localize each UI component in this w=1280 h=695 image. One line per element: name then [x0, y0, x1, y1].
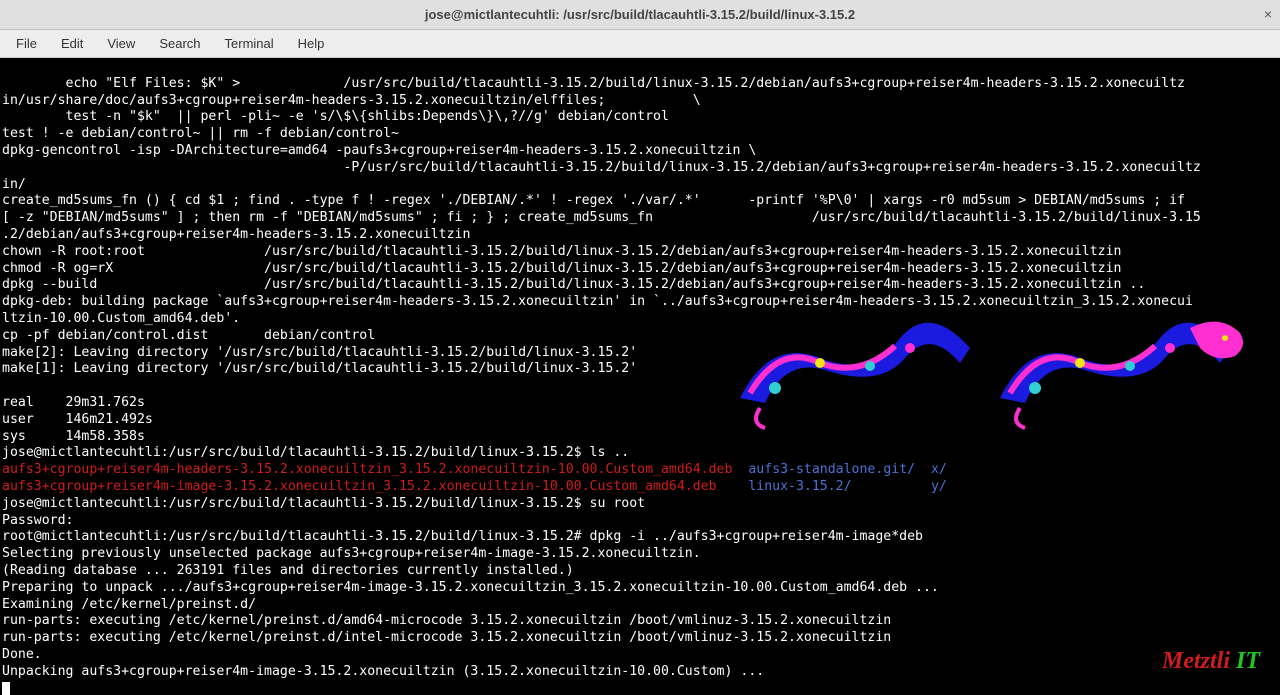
- terminal-line: Examining /etc/kernel/preinst.d/: [2, 597, 256, 612]
- close-icon[interactable]: ×: [1264, 6, 1272, 22]
- window-title: jose@mictlantecuhtli: /usr/src/build/tla…: [425, 7, 855, 22]
- terminal-line: ltzin-10.00.Custom_amd64.deb'.: [2, 311, 240, 326]
- menu-help[interactable]: Help: [288, 32, 335, 55]
- terminal-line: run-parts: executing /etc/kernel/preinst…: [2, 613, 891, 628]
- terminal-line: chown -R root:root /usr/src/build/tlacau…: [2, 244, 1121, 259]
- menu-file[interactable]: File: [6, 32, 47, 55]
- terminal-line: (Reading database ... 263191 files and d…: [2, 563, 574, 578]
- menu-edit[interactable]: Edit: [51, 32, 93, 55]
- menu-terminal[interactable]: Terminal: [215, 32, 284, 55]
- terminal-line: dpkg-deb: building package `aufs3+cgroup…: [2, 294, 1193, 309]
- terminal-line: run-parts: executing /etc/kernel/preinst…: [2, 630, 891, 645]
- terminal-line: jose@mictlantecuhtli:/usr/src/build/tlac…: [2, 445, 629, 460]
- terminal-line: dpkg-gencontrol -isp -DArchitecture=amd6…: [2, 143, 756, 158]
- watermark-logo: Metztli IT: [1138, 637, 1260, 687]
- terminal-line: Password:: [2, 513, 73, 528]
- terminal-line: Done.: [2, 647, 42, 662]
- terminal-cursor: [2, 682, 10, 695]
- terminal-line: dpkg --build /usr/src/build/tlacauhtli-3…: [2, 277, 1145, 292]
- terminal-line: user 146m21.492s: [2, 412, 153, 427]
- terminal-line: in/usr/share/doc/aufs3+cgroup+reiser4m-h…: [2, 93, 701, 108]
- terminal-line: Preparing to unpack .../aufs3+cgroup+rei…: [2, 580, 939, 595]
- terminal-line: make[1]: Leaving directory '/usr/src/bui…: [2, 361, 637, 376]
- terminal-line: Unpacking aufs3+cgroup+reiser4m-image-3.…: [2, 664, 764, 679]
- ls-deb-file: aufs3+cgroup+reiser4m-image-3.15.2.xonec…: [2, 479, 717, 494]
- terminal-line: -P/usr/src/build/tlacauhtli-3.15.2/build…: [2, 160, 1201, 175]
- terminal-line: real 29m31.762s: [2, 395, 145, 410]
- watermark-part1: Metztli: [1162, 648, 1236, 674]
- terminal-line: cp -pf debian/control.dist debian/contro…: [2, 328, 375, 343]
- terminal-line: jose@mictlantecuhtli:/usr/src/build/tlac…: [2, 496, 645, 511]
- menu-view[interactable]: View: [97, 32, 145, 55]
- terminal-line: sys 14m58.358s: [2, 429, 145, 444]
- terminal-line: [ -z "DEBIAN/md5sums" ] ; then rm -f "DE…: [2, 210, 1201, 225]
- terminal-line: test ! -e debian/control~ || rm -f debia…: [2, 126, 399, 141]
- terminal-pane[interactable]: echo "Elf Files: $K" > /usr/src/build/tl…: [0, 58, 1280, 695]
- terminal-line: root@mictlantecuhtli:/usr/src/build/tlac…: [2, 529, 923, 544]
- ls-directory: y/: [931, 479, 947, 494]
- menu-search[interactable]: Search: [149, 32, 210, 55]
- menu-bar: File Edit View Search Terminal Help: [0, 30, 1280, 58]
- ls-directory: linux-3.15.2/: [748, 479, 851, 494]
- terminal-line: test -n "$k" || perl -pli~ -e 's/\$\{shl…: [2, 109, 669, 124]
- terminal-line: in/: [2, 177, 26, 192]
- ls-directory: x/: [931, 462, 947, 477]
- ls-directory: aufs3-standalone.git/: [748, 462, 915, 477]
- terminal-line: Selecting previously unselected package …: [2, 546, 701, 561]
- serpent-graphic: [730, 308, 1250, 443]
- title-bar: jose@mictlantecuhtli: /usr/src/build/tla…: [0, 0, 1280, 30]
- terminal-line: make[2]: Leaving directory '/usr/src/bui…: [2, 345, 637, 360]
- terminal-line: chmod -R og=rX /usr/src/build/tlacauhtli…: [2, 261, 1121, 276]
- ls-deb-file: aufs3+cgroup+reiser4m-headers-3.15.2.xon…: [2, 462, 732, 477]
- watermark-part2: IT: [1236, 648, 1260, 674]
- terminal-line: .2/debian/aufs3+cgroup+reiser4m-headers-…: [2, 227, 470, 242]
- terminal-line: echo "Elf Files: $K" > /usr/src/build/tl…: [2, 76, 1185, 91]
- terminal-line: create_md5sums_fn () { cd $1 ; find . -t…: [2, 193, 1185, 208]
